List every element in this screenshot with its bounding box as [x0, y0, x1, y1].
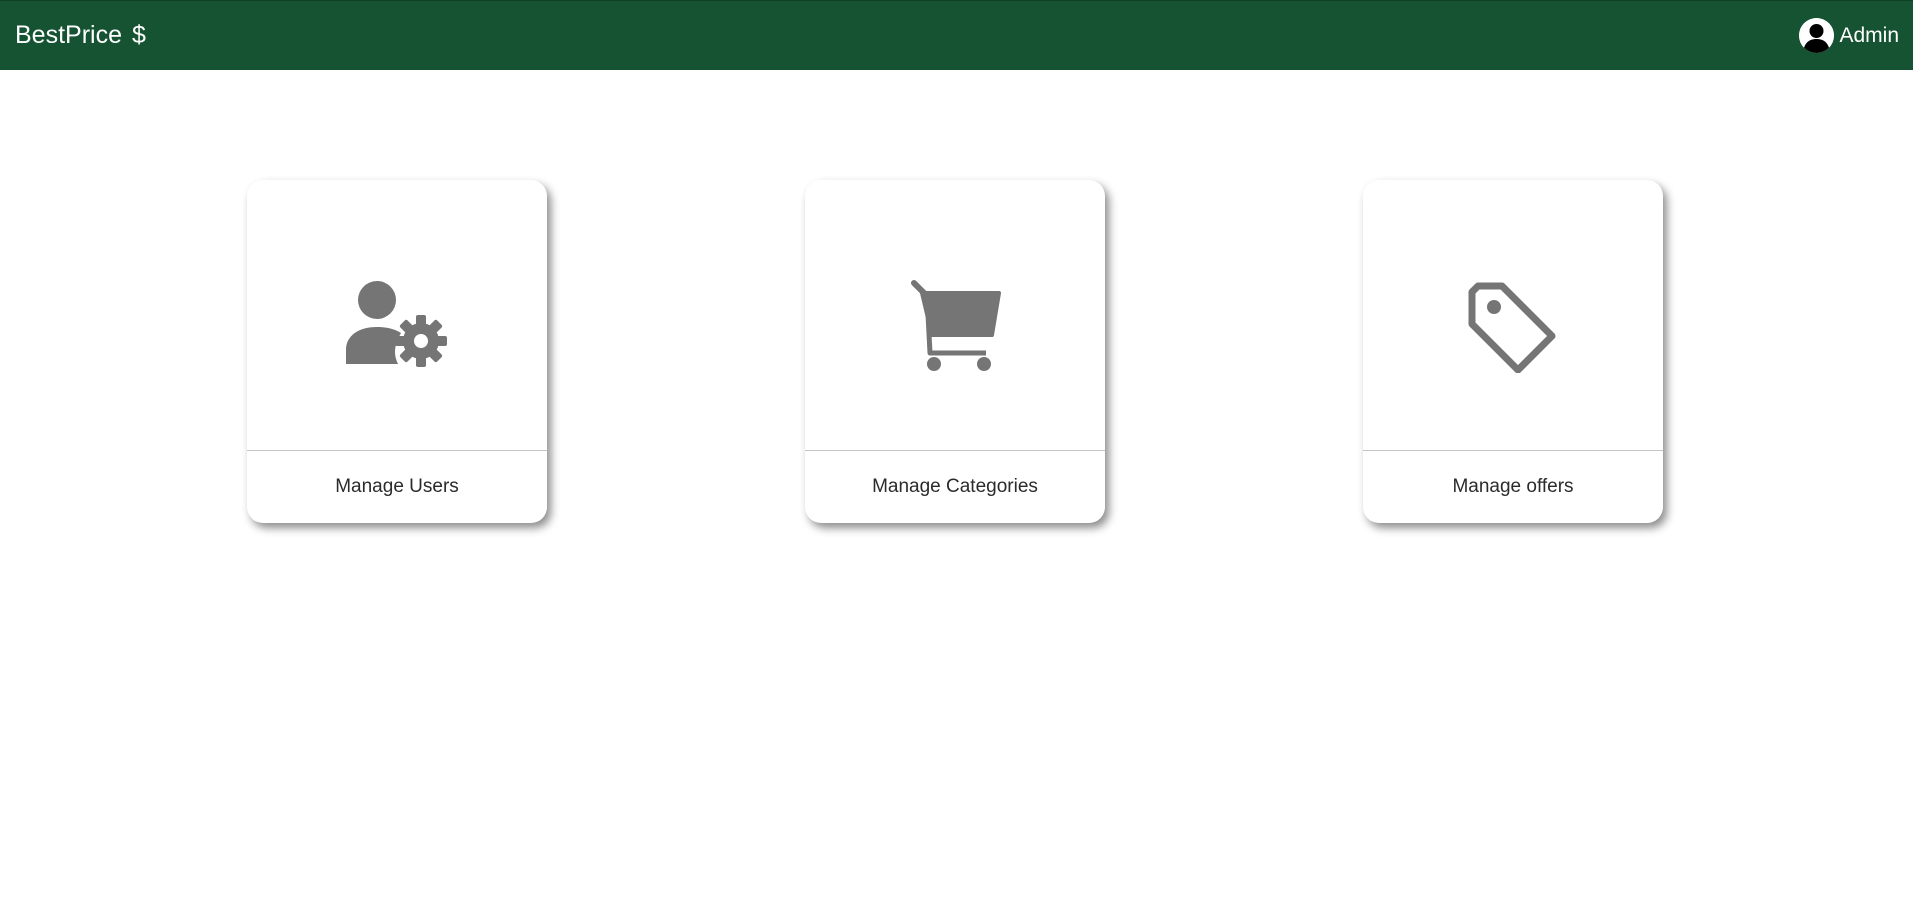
user-gear-icon — [346, 281, 447, 367]
avatar-icon — [1799, 18, 1835, 53]
top-navbar: BestPrice $ Admin — [0, 0, 1913, 70]
manage-offers-card[interactable]: Manage offers — [1363, 180, 1663, 523]
manage-offers-label: Manage offers — [1452, 476, 1574, 497]
brand-link[interactable]: BestPrice $ — [15, 21, 146, 50]
price-tag-icon — [1468, 282, 1555, 373]
user-menu[interactable]: Admin — [1799, 18, 1899, 53]
brand-dollar-icon: $ — [131, 21, 146, 49]
brand-name: BestPrice — [15, 21, 122, 49]
manage-categories-label: Manage Categories — [872, 476, 1038, 497]
user-name: Admin — [1839, 23, 1899, 47]
manage-categories-card[interactable]: Manage Categories — [805, 180, 1105, 523]
shopping-cart-icon — [910, 279, 1001, 371]
manage-users-label: Manage Users — [335, 476, 459, 497]
manage-users-card[interactable]: Manage Users — [247, 180, 547, 523]
